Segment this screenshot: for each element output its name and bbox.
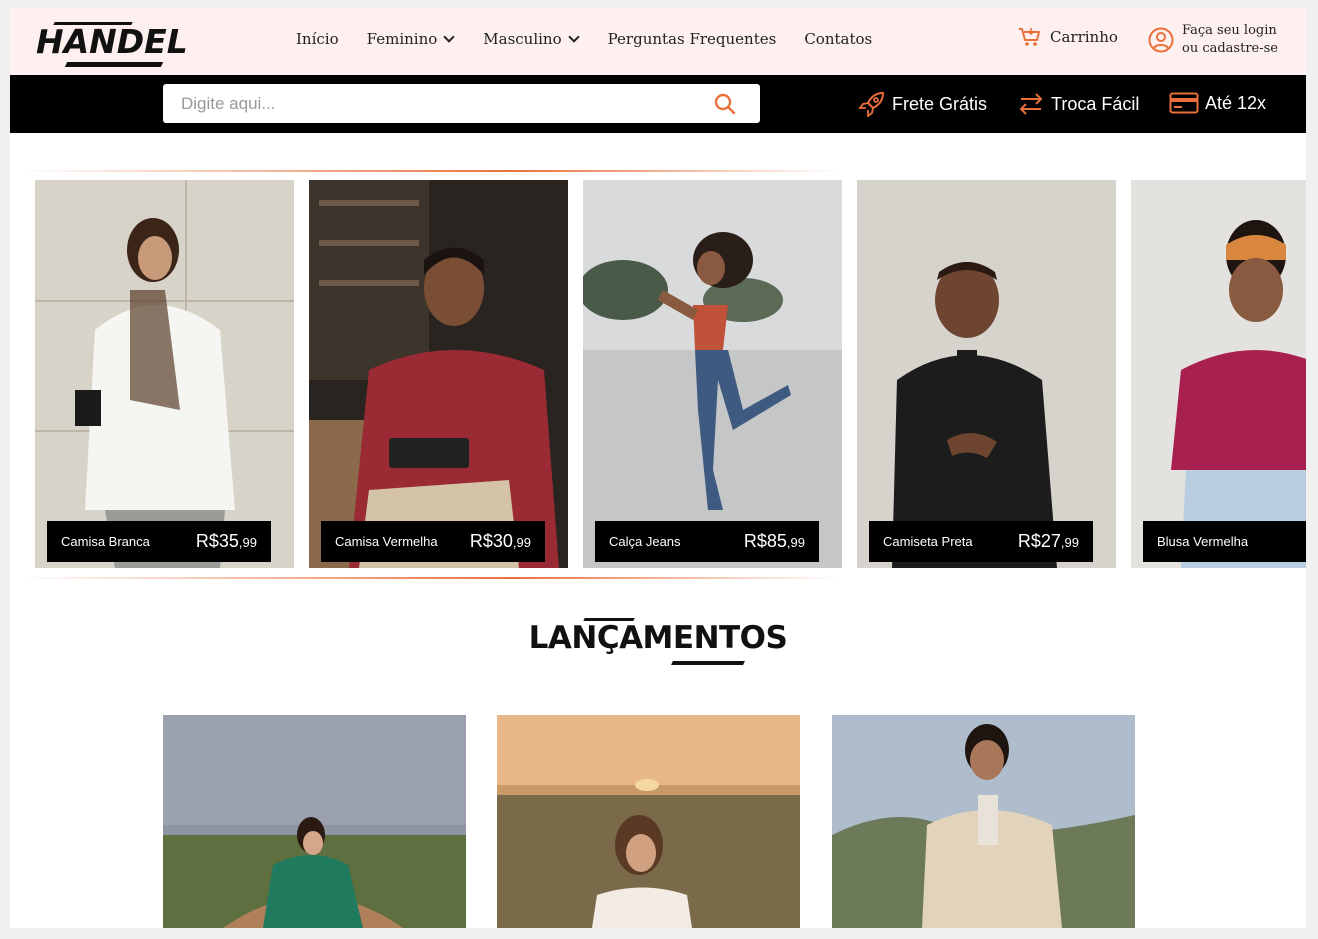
product-name: Calça Jeans — [609, 534, 681, 549]
section-title: LANÇAMENTOS — [528, 620, 788, 656]
product-name: Camisa Vermelha — [335, 534, 438, 549]
product-name: Camiseta Preta — [883, 534, 973, 549]
product-price: R$27,99 — [1017, 531, 1079, 551]
product-photo — [583, 180, 842, 568]
product-name: Blusa Vermelha — [1157, 534, 1249, 549]
nav-label: Contatos — [804, 30, 873, 48]
logo-underline — [64, 62, 164, 67]
nav-item-contatos[interactable]: Contatos — [804, 30, 872, 48]
product-label: Camisa Vermelha R$30,99 — [321, 521, 545, 562]
product-label: Blusa Vermelha R — [1143, 521, 1306, 562]
launch-card[interactable] — [832, 715, 1135, 928]
perk-shipping-label: Frete Grátis — [892, 93, 988, 114]
product-card[interactable]: Camisa Branca R$35,99 — [35, 180, 294, 568]
product-card[interactable]: Blusa Vermelha R — [1131, 180, 1306, 568]
perk-exchange: Troca Fácil — [1017, 91, 1139, 117]
search-input[interactable] — [181, 92, 691, 116]
user-icon — [1148, 27, 1174, 53]
top-header: HANDEL Início Feminino Masculino Pergunt… — [10, 8, 1306, 75]
product-card[interactable]: Camiseta Preta R$27,99 — [857, 180, 1116, 568]
nav-label: Feminino — [366, 30, 438, 48]
product-price: R$35,99 — [195, 531, 257, 551]
perk-installments: Até 12x — [1169, 91, 1266, 115]
perk-installments-label: Até 12x — [1205, 92, 1267, 113]
product-label: Calça Jeans R$85,99 — [595, 521, 819, 562]
login-line-1: Faça seu login — [1182, 23, 1277, 38]
product-photo — [857, 180, 1116, 568]
perk-exchange-label: Troca Fácil — [1051, 93, 1140, 114]
title-underline — [671, 661, 745, 665]
page: HANDEL Início Feminino Masculino Pergunt… — [10, 8, 1306, 928]
search-bar-strip: Frete Grátis Troca Fácil Até 12x — [10, 75, 1306, 133]
exchange-icon — [1019, 93, 1043, 115]
nav-item-masculino[interactable]: Masculino — [483, 30, 580, 48]
launch-card[interactable] — [497, 715, 800, 928]
search-box — [163, 84, 760, 123]
product-card[interactable]: Camisa Vermelha R$30,99 — [309, 180, 568, 568]
cart-label: Carrinho — [1050, 28, 1118, 46]
product-card[interactable]: Calça Jeans R$85,99 — [583, 180, 842, 568]
launch-photo — [497, 715, 800, 928]
login-line-2: ou cadastre-se — [1182, 41, 1278, 56]
rocket-icon — [858, 91, 885, 117]
nav-item-inicio[interactable]: Início — [296, 30, 339, 48]
logo[interactable]: HANDEL — [36, 18, 188, 68]
product-photo — [1131, 180, 1306, 568]
product-label: Camisa Branca R$35,99 — [47, 521, 271, 562]
divider-line — [20, 577, 840, 579]
main-nav: Início Feminino Masculino Perguntas Freq… — [296, 30, 872, 48]
launch-card[interactable] — [163, 715, 466, 928]
logo-text: HANDEL — [36, 22, 188, 61]
launch-photo — [832, 715, 1135, 928]
nav-label: Início — [296, 30, 339, 48]
product-price: R$85,99 — [743, 531, 805, 551]
nav-item-feminino[interactable]: Feminino — [367, 30, 456, 48]
card-icon — [1169, 92, 1199, 114]
product-photo — [309, 180, 568, 568]
perk-shipping: Frete Grátis — [858, 91, 987, 117]
search-icon[interactable] — [713, 92, 737, 116]
chevron-down-icon — [567, 31, 580, 43]
launch-photo — [163, 715, 466, 928]
nav-label: Masculino — [483, 30, 562, 48]
product-photo — [35, 180, 294, 568]
product-name: Camisa Branca — [61, 534, 150, 549]
chevron-down-icon — [443, 31, 455, 43]
nav-item-perguntas[interactable]: Perguntas Frequentes — [608, 30, 777, 48]
product-price: R$30,99 — [469, 531, 531, 551]
divider-line — [20, 170, 840, 172]
login-link[interactable]: Faça seu login ou cadastre-se — [1148, 22, 1278, 58]
nav-label: Perguntas Frequentes — [607, 30, 777, 48]
product-label: Camiseta Preta R$27,99 — [869, 521, 1093, 562]
cart-icon — [1019, 28, 1040, 46]
cart-link[interactable]: Carrinho — [1018, 26, 1118, 48]
